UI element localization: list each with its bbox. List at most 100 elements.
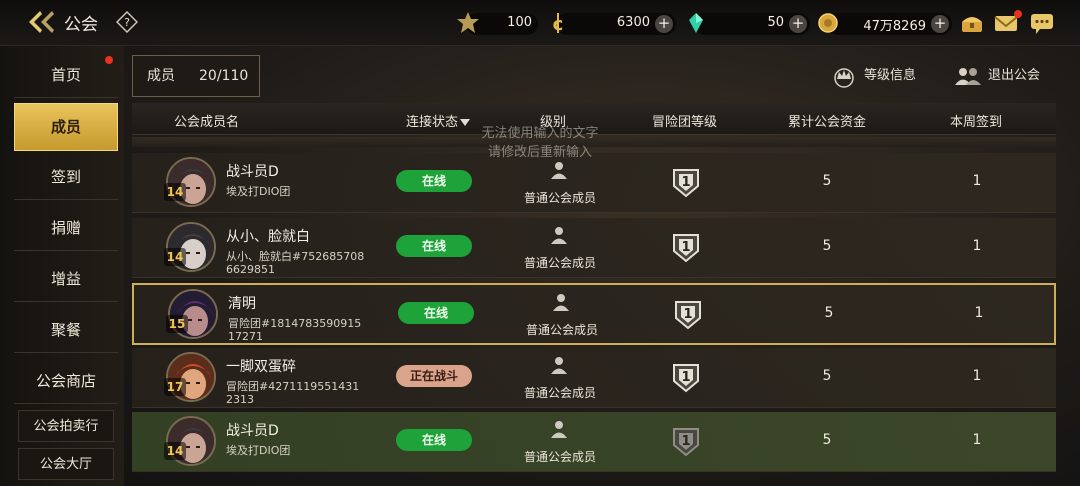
weekly-checkin-value: 1: [974, 305, 984, 321]
column-guild-fund: 累计公会资金: [788, 115, 867, 130]
sidebar-item-label: 增益: [50, 270, 81, 288]
sidebar: 首页 成员 签到 捐赠 增益 聚餐 公会商店 公会拍卖行 公会大厅: [0, 46, 124, 486]
sidebar-item-checkin[interactable]: 签到: [14, 154, 118, 200]
player-name: 一脚双蛋碎: [226, 359, 296, 375]
weekly-checkin-value: 1: [972, 173, 982, 189]
adventure-level-value: 1: [681, 175, 691, 190]
column-weekly-checkin: 本周签到: [950, 115, 1003, 130]
crown-icon: [834, 68, 854, 88]
guild-fund-value: 5: [822, 432, 832, 448]
chat-icon[interactable]: [1028, 10, 1056, 36]
help-icon[interactable]: ?: [115, 10, 139, 34]
resource-coin: 47万8269 +: [818, 13, 952, 35]
adventure-level-value: 1: [683, 307, 693, 322]
sidebar-item-label: 捐赠: [50, 219, 81, 237]
status-badge: 在线: [396, 429, 472, 451]
coin-icon: [816, 11, 840, 35]
status-badge: 在线: [398, 302, 474, 324]
guild-hall-button[interactable]: 公会大厅: [18, 448, 114, 480]
player-level: 17: [164, 378, 186, 396]
weekly-checkin-value: 1: [972, 368, 982, 384]
sidebar-item-members[interactable]: 成员: [14, 103, 118, 151]
level-info-button[interactable]: 等级信息: [828, 64, 924, 88]
weekly-checkin-value: 1: [972, 432, 982, 448]
treasure-chest-icon[interactable]: [958, 10, 986, 36]
member-person-icon: [550, 420, 568, 438]
back-arrow-icon[interactable]: [26, 8, 56, 36]
level-info-label: 等级信息: [864, 68, 917, 83]
column-adventure-level: 冒险团等级: [652, 115, 718, 130]
member-person-icon: [550, 226, 568, 244]
table-row[interactable]: 17 一脚双蛋碎 冒险团#42711195514312313 正在战斗 普通公会成员 1 5…: [132, 348, 1056, 408]
member-count-label: 成员: [147, 68, 175, 84]
player-name: 战斗员D: [226, 423, 279, 439]
auction-house-button[interactable]: 公会拍卖行: [18, 410, 114, 442]
crystal-value: 50: [767, 15, 784, 30]
player-adventure-team: 埃及打DIO团: [226, 185, 291, 198]
status-badge: 在线: [396, 170, 472, 192]
member-rank: 普通公会成员: [525, 323, 598, 337]
sidebar-item-label: 成员: [50, 118, 81, 136]
fatigue-icon: [456, 11, 480, 35]
auction-house-label: 公会拍卖行: [33, 419, 99, 434]
member-rank: 普通公会成员: [523, 450, 596, 464]
player-name: 清明: [228, 296, 256, 312]
player-level: 14: [164, 442, 186, 460]
leave-guild-button[interactable]: 退出公会: [952, 64, 1048, 88]
add-coin-button[interactable]: +: [931, 15, 949, 33]
add-gold-button[interactable]: +: [655, 15, 673, 33]
svg-text:?: ?: [124, 16, 130, 29]
column-member-name: 公会成员名: [174, 115, 240, 130]
player-adventure-team: 从小、脸就白#7526857086629851: [226, 250, 365, 276]
player-adventure-team: 冒险团#181478359091517271: [228, 317, 362, 343]
resource-crystal: 50 +: [689, 13, 810, 35]
table-row[interactable]: 14 战斗员D 埃及打DIO团 在线 普通公会成员 1 5 1: [132, 153, 1056, 213]
leave-guild-label: 退出公会: [988, 68, 1041, 83]
member-rank: 普通公会成员: [523, 191, 596, 205]
weekly-checkin-value: 1: [972, 238, 982, 254]
crystal-icon: [684, 11, 708, 35]
sidebar-item-label: 签到: [50, 168, 81, 186]
player-adventure-team: 埃及打DIO团: [226, 444, 291, 457]
sidebar-item-label: 首页: [50, 66, 81, 84]
table-row[interactable]: 14 从小、脸就白从小、脸就白#7526857086629851 在线普通公会成员 1…: [132, 218, 1056, 278]
guild-hall-label: 公会大厅: [39, 457, 92, 472]
sidebar-item-label: 公会商店: [35, 372, 96, 390]
column-connection-status-label: 连接状态: [406, 115, 459, 130]
add-crystal-button[interactable]: +: [789, 15, 807, 33]
player-level: 14: [164, 183, 186, 201]
member-rank: 普通公会成员: [523, 256, 596, 270]
sidebar-item-donate[interactable]: 捐赠: [14, 205, 118, 251]
gold-value: 6300: [616, 15, 650, 30]
player-level: 14: [164, 248, 186, 266]
fatigue-value: 100: [507, 15, 532, 30]
table-row[interactable]: 14 战斗员D 埃及打DIO团 在线 普通公会成员 1 5 1: [132, 412, 1056, 472]
resource-gold: c 6300 +: [553, 13, 676, 35]
sidebar-item-buff[interactable]: 增益: [14, 256, 118, 302]
player-level: 15: [166, 315, 188, 333]
home-notify-dot: [105, 56, 113, 64]
member-count-box: 成员 20/110: [132, 55, 260, 97]
sidebar-item-shop[interactable]: 公会商店: [14, 358, 118, 404]
toast-line-1: 无法使用输入的文字: [481, 126, 599, 141]
adventure-level-value: 1: [681, 240, 691, 255]
page-title: 公会: [64, 15, 98, 35]
player-name: 从小、脸就白: [226, 229, 310, 245]
sidebar-item-dinner[interactable]: 聚餐: [14, 307, 118, 353]
gold-c-icon: c: [546, 11, 570, 35]
table-row[interactable]: 15 清明 冒险团#181478359091517271 在线 普通公会成员 1 5 1: [132, 283, 1056, 345]
people-icon: [955, 68, 981, 85]
status-badge: 在线: [396, 235, 472, 257]
guild-fund-value: 5: [822, 238, 832, 254]
coin-value: 47万8269: [863, 19, 926, 34]
player-name: 战斗员D: [226, 164, 279, 180]
player-adventure-team: 冒险团#42711195514312313: [226, 380, 360, 406]
sidebar-item-home[interactable]: 首页: [14, 52, 118, 98]
toast-line-2: 请修改后重新输入: [487, 145, 592, 160]
guild-fund-value: 5: [824, 305, 834, 321]
member-person-icon: [552, 293, 570, 311]
guild-fund-value: 5: [822, 368, 832, 384]
resource-fatigue: 100: [457, 12, 538, 35]
top-bar: 公会 ? 100 c 6300 + 50: [0, 0, 1080, 46]
member-person-icon: [550, 161, 568, 179]
